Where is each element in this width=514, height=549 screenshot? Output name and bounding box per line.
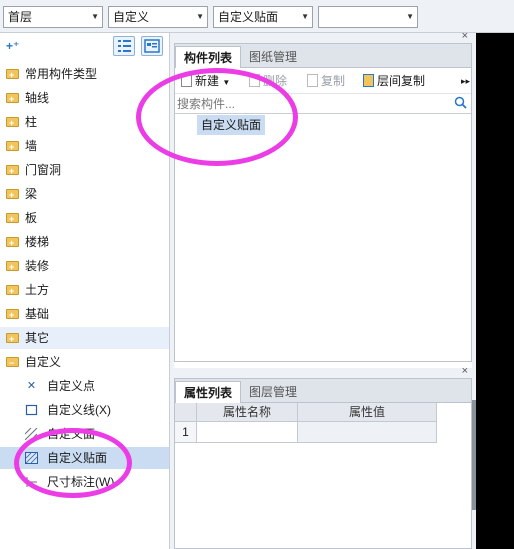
- component-toolbar: 新建 ▼ 删除 复制 层间复制 ▸▸: [175, 68, 471, 94]
- floor-copy-button[interactable]: 层间复制: [363, 73, 425, 89]
- card-view-icon: [144, 39, 160, 53]
- chevron-down-icon: ▼: [91, 12, 99, 21]
- tree-folder-wall[interactable]: 墙: [0, 135, 169, 158]
- folder-icon: [6, 232, 19, 254]
- tree-folder-openings[interactable]: 门窗洞: [0, 159, 169, 182]
- folder-icon: [6, 64, 19, 86]
- search-input[interactable]: [177, 95, 447, 112]
- folder-open-icon: [6, 352, 19, 374]
- folder-icon: [6, 112, 19, 134]
- search-icon[interactable]: [454, 96, 467, 109]
- row-number-header: [175, 403, 197, 422]
- new-file-icon: [181, 74, 192, 87]
- chevron-down-icon: ▼: [406, 12, 414, 21]
- tree-item-custom-point[interactable]: ✕ 自定义点: [0, 375, 169, 397]
- tree-folder-axis[interactable]: 轴线: [0, 87, 169, 110]
- tree-folder-custom[interactable]: 自定义: [0, 351, 169, 374]
- tree-folder-beam[interactable]: 梁: [0, 183, 169, 206]
- new-button[interactable]: 新建 ▼: [181, 73, 230, 91]
- component-list-panel: 构件列表 图纸管理 新建 ▼ 删除 复制 层间复制 ▸▸ 自定义贴面: [174, 43, 472, 362]
- property-value-cell[interactable]: [298, 422, 437, 443]
- tree-folder-earthwork[interactable]: 土方: [0, 279, 169, 302]
- folder-icon: [6, 280, 19, 302]
- folder-icon: [6, 304, 19, 326]
- copy-icon: [307, 74, 318, 87]
- tree-item-custom-line[interactable]: 自定义线(X): [0, 399, 169, 421]
- chevron-down-icon: ▼: [196, 12, 204, 21]
- tree-folder-decoration[interactable]: 装修: [0, 255, 169, 278]
- list-item[interactable]: 自定义贴面: [197, 115, 266, 135]
- tree-folder-other[interactable]: 其它: [0, 327, 169, 350]
- add-sparkle-icon[interactable]: +⁺: [6, 39, 19, 53]
- custom-point-icon: ✕: [26, 380, 37, 392]
- tree-folder-slab[interactable]: 板: [0, 207, 169, 230]
- tree-folder-column[interactable]: 柱: [0, 111, 169, 134]
- column-header-name[interactable]: 属性名称: [197, 403, 298, 422]
- more-icon[interactable]: ▸▸: [461, 73, 470, 89]
- blank-select[interactable]: ▼: [318, 6, 418, 28]
- floor-select[interactable]: 首层 ▼: [3, 6, 103, 28]
- canvas-area[interactable]: [476, 33, 514, 549]
- row-number: 1: [175, 422, 197, 443]
- property-name-cell[interactable]: [197, 422, 298, 443]
- component-panel-titlebar: ×: [174, 30, 472, 43]
- list-view-icon: [118, 40, 131, 52]
- folder-icon: [6, 88, 19, 110]
- list-view-button[interactable]: [113, 36, 135, 56]
- custom-face-icon: [24, 427, 38, 441]
- scrollbar[interactable]: [472, 400, 476, 510]
- tree-item-custom-surface[interactable]: 自定义贴面: [0, 447, 169, 469]
- tab-property-list[interactable]: 属性列表: [175, 381, 242, 403]
- component-search: [175, 94, 471, 114]
- folder-icon: [6, 208, 19, 230]
- component-list: 自定义贴面: [175, 114, 471, 334]
- custom-surface-icon: [25, 452, 38, 464]
- tree-folder-foundation[interactable]: 基础: [0, 303, 169, 326]
- close-icon[interactable]: ×: [462, 30, 468, 42]
- dimension-icon: [25, 476, 38, 488]
- chevron-down-icon: ▼: [222, 78, 231, 87]
- tree-toolbar: +⁺: [0, 33, 169, 61]
- folder-icon: [6, 184, 19, 206]
- category-select[interactable]: 自定义 ▼: [108, 6, 208, 28]
- tab-layer-management[interactable]: 图层管理: [241, 381, 305, 403]
- property-panel: 属性列表 图层管理 属性名称 属性值 1: [174, 378, 472, 549]
- tab-drawing-management[interactable]: 图纸管理: [241, 46, 305, 68]
- folder-icon: [6, 136, 19, 158]
- floor-copy-icon: [363, 74, 374, 87]
- property-grid: 属性名称 属性值 1: [175, 403, 471, 543]
- top-toolbar: 首层 ▼ 自定义 ▼ 自定义贴面 ▼ ▼: [0, 0, 514, 33]
- property-panel-titlebar: ×: [174, 365, 472, 378]
- folder-icon: [6, 256, 19, 278]
- folder-icon: [6, 160, 19, 182]
- column-header-value[interactable]: 属性值: [298, 403, 437, 422]
- tree-item-dimension[interactable]: 尺寸标注(W): [0, 471, 169, 493]
- folder-icon: [6, 328, 19, 350]
- component-tree-panel: +⁺ 常用构件类型 轴线 柱 墙 门窗: [0, 33, 170, 549]
- close-icon[interactable]: ×: [462, 365, 468, 377]
- tree-folder-common[interactable]: 常用构件类型: [0, 63, 169, 86]
- custom-line-icon: [25, 404, 38, 416]
- chevron-down-icon: ▼: [301, 12, 309, 21]
- delete-button[interactable]: 删除: [249, 73, 287, 89]
- component-tabs: 构件列表 图纸管理: [175, 44, 471, 68]
- tree-item-custom-face[interactable]: 自定义面: [0, 423, 169, 445]
- delete-icon: [249, 74, 260, 87]
- type-select[interactable]: 自定义贴面 ▼: [213, 6, 313, 28]
- tab-component-list[interactable]: 构件列表: [175, 46, 242, 68]
- card-view-button[interactable]: [141, 36, 163, 56]
- copy-button[interactable]: 复制: [307, 73, 345, 89]
- tree-folder-stairs[interactable]: 楼梯: [0, 231, 169, 254]
- property-tabs: 属性列表 图层管理: [175, 379, 471, 403]
